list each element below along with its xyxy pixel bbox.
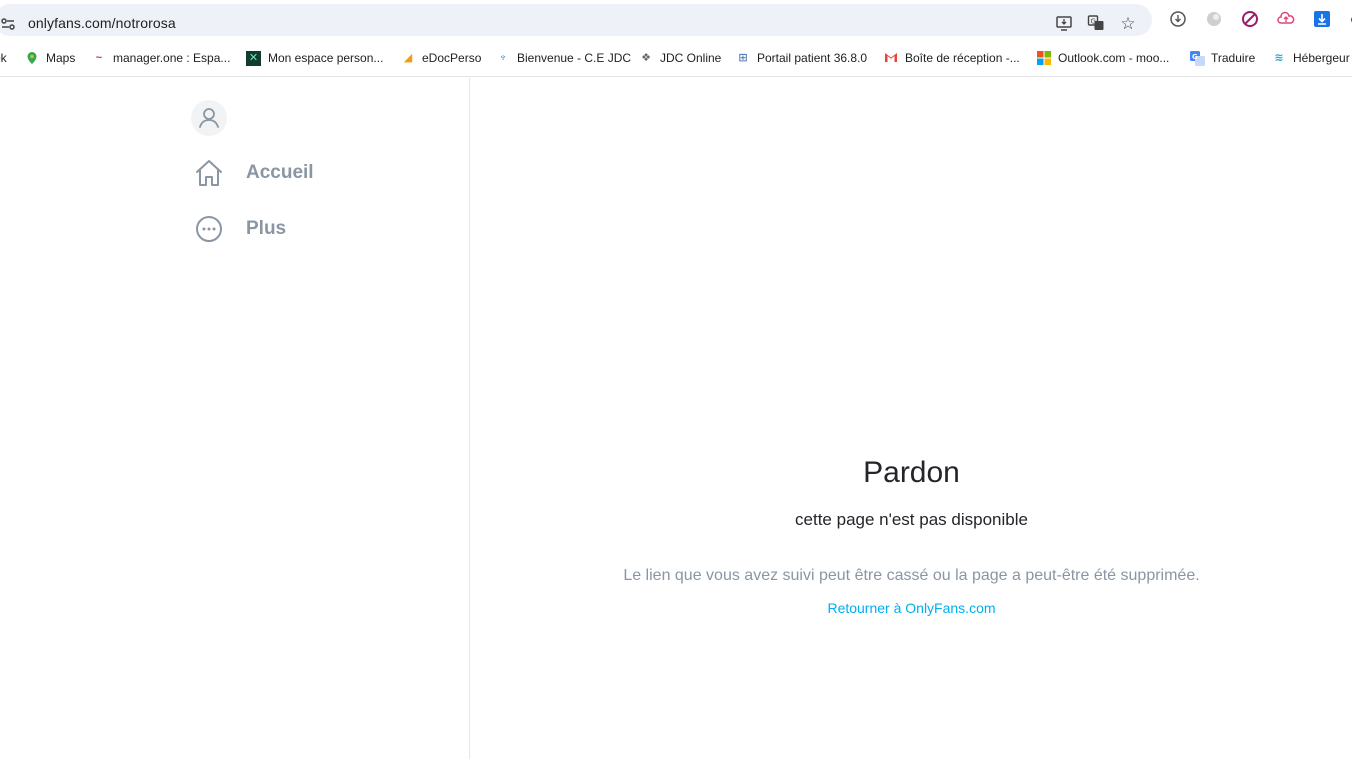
home-icon (196, 160, 222, 186)
espace-icon: ✕ (246, 50, 261, 66)
bookmark-item[interactable]: ◢ eDocPerso (401, 49, 482, 67)
svg-text:G: G (1192, 53, 1198, 61)
svg-text:G: G (1091, 18, 1096, 26)
bookmark-item[interactable]: ✕ Mon espace person... (246, 49, 383, 67)
error-subtitle: cette page n'est pas disponible (795, 510, 1028, 529)
bookmark-item[interactable]: ⊞ Portail patient 36.8.0 (736, 49, 867, 67)
sidebar-item-label: Plus (246, 218, 287, 239)
bookmark-label: Traduire (1211, 51, 1256, 65)
cloud-upload-ext-icon[interactable] (1276, 10, 1296, 30)
bookmark-item[interactable]: G Traduire (1190, 49, 1255, 67)
install-app-icon[interactable] (1054, 14, 1074, 34)
bookmark-label: Maps (46, 51, 76, 65)
bookmark-label: eDocPerso (422, 51, 482, 65)
bookmark-item[interactable]: Maps (25, 49, 75, 67)
bookmark-item[interactable]: ♆ Bienvenue - C.E JDC (496, 49, 631, 67)
error-title: Pardon (863, 456, 960, 489)
return-home-link[interactable]: Retourner à OnlyFans.com (471, 600, 1352, 616)
bookmark-label: Portail patient 36.8.0 (757, 51, 868, 65)
ce-icon: ♆ (498, 52, 508, 64)
bookmark-label: Outlook.com - moo... (1058, 51, 1170, 65)
avatar[interactable] (191, 100, 227, 136)
bookmark-item[interactable]: ~ manager.one : Espa... (92, 49, 231, 67)
site-info-icon[interactable] (0, 16, 16, 32)
sidebar-item-label: Accueil (246, 162, 314, 183)
more-circle-icon (196, 216, 222, 242)
user-icon (199, 108, 219, 128)
translate-page-icon[interactable]: G (1086, 14, 1106, 34)
address-bar[interactable]: onlyfans.com/notrorosa G ☆ (0, 4, 1152, 36)
main-content: Pardon cette page n'est pas disponible L… (471, 78, 1352, 759)
sidebar-item-accueil[interactable]: Accueil (192, 156, 314, 190)
hebergeur-icon: ≋ (1274, 52, 1284, 64)
translate-icon: G (1190, 51, 1205, 66)
bookmark-label: Bienvenue - C.E JDC (517, 51, 632, 65)
jdc-icon: ❖ (641, 52, 651, 64)
bookmark-label: Hébergeur (1293, 51, 1350, 65)
edoc-icon: ◢ (403, 52, 413, 64)
browser-toolbar: onlyfans.com/notrorosa G ☆ ● (0, 0, 1352, 40)
bookmark-label: ok (0, 51, 7, 65)
url-text[interactable]: onlyfans.com/notrorosa (28, 15, 176, 31)
bookmark-item[interactable]: Outlook.com - moo... (1037, 49, 1169, 67)
sidebar-item-plus[interactable]: Plus (192, 212, 286, 246)
downloads-icon[interactable] (1312, 10, 1332, 30)
bookmark-star-icon[interactable]: ☆ (1118, 14, 1138, 34)
blocker-ext-icon[interactable] (1240, 10, 1260, 30)
page-content: Accueil Plus Pardon cette page n'est pas… (0, 78, 1352, 759)
download-ext-icon[interactable] (1168, 10, 1188, 30)
sidebar: Accueil Plus (0, 78, 470, 759)
error-description: Le lien que vous avez suivi peut être ca… (623, 567, 1200, 584)
bookmark-item[interactable]: Boîte de réception -... (884, 49, 1020, 67)
bookmark-label: JDC Online (660, 51, 722, 65)
microsoft-icon (1037, 51, 1051, 65)
portail-icon: ⊞ (738, 52, 748, 64)
bookmarks-bar: ok Maps ~ manager.one : Espa... ✕ Mon es… (0, 40, 1352, 77)
bookmark-item[interactable]: ok (0, 49, 7, 67)
bookmark-label: manager.one : Espa... (113, 51, 231, 65)
profile-menu-icon[interactable]: ● (1344, 10, 1352, 30)
bookmark-item[interactable]: ❖ JDC Online (639, 49, 721, 67)
maps-pin-icon (25, 51, 39, 65)
bookmark-label: Mon espace person... (268, 51, 384, 65)
extension-puzzle-icon[interactable] (1204, 10, 1224, 30)
bookmark-label: Boîte de réception -... (905, 51, 1020, 65)
manager-icon: ~ (95, 52, 103, 64)
bookmark-item[interactable]: ≋ Hébergeur (1272, 49, 1350, 67)
gmail-icon (884, 51, 898, 65)
